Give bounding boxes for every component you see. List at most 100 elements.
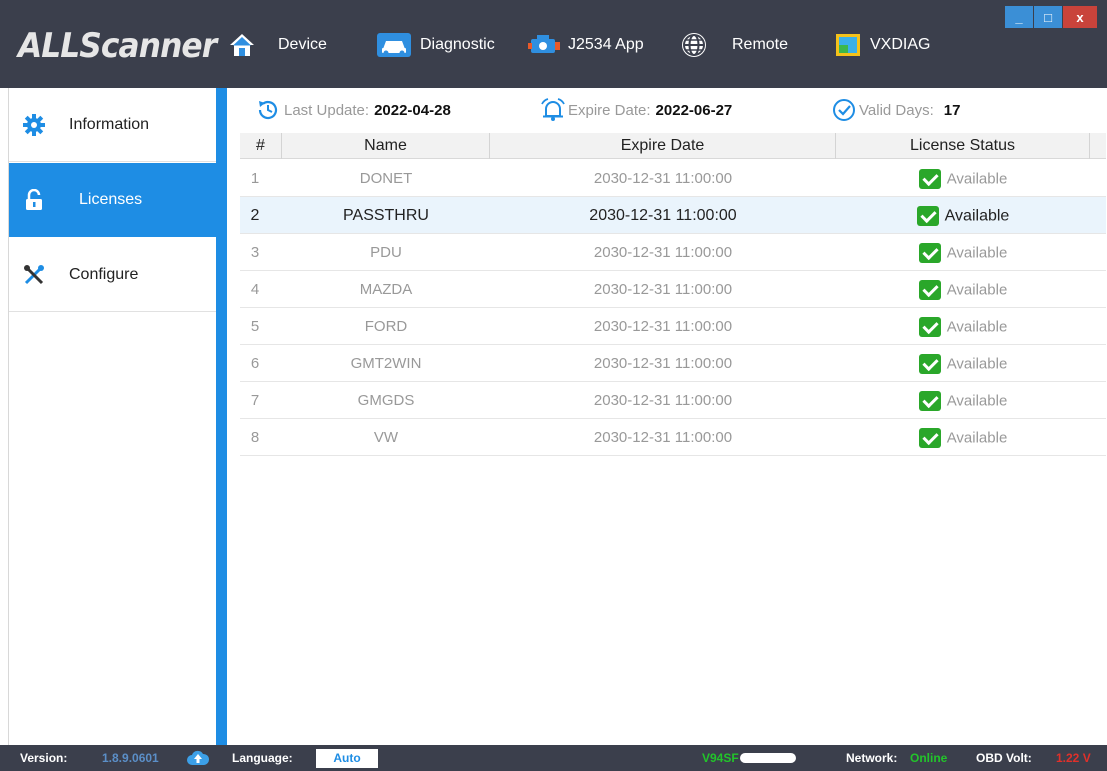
row-status: Available bbox=[836, 419, 1090, 456]
table-row[interactable]: 2 PASSTHRU 2030-12-31 11:00:00 Available bbox=[240, 197, 1106, 234]
car-icon bbox=[376, 31, 412, 59]
obd-volt-value: 1.22 V bbox=[1056, 751, 1091, 765]
column-header-license-status[interactable]: License Status bbox=[836, 133, 1090, 159]
row-expire-date: 2030-12-31 11:00:00 bbox=[593, 281, 733, 298]
app-logo: ALLScanner bbox=[18, 26, 233, 66]
obd-volt-label: OBD Volt: bbox=[976, 751, 1032, 765]
status-text: Available bbox=[946, 244, 1008, 262]
checkbox-checked-icon bbox=[918, 354, 941, 375]
tools-icon bbox=[23, 264, 45, 286]
row-status: Available bbox=[836, 308, 1090, 345]
row-expire-date: 2030-12-31 11:00:00 bbox=[593, 318, 733, 335]
globe-icon bbox=[680, 31, 708, 59]
sidebar-item-configure[interactable]: Configure bbox=[9, 238, 217, 312]
row-number: 5 bbox=[250, 318, 260, 335]
row-number: 8 bbox=[250, 429, 260, 446]
row-name: DONET bbox=[359, 170, 413, 187]
window-controls: _ □ x bbox=[1005, 6, 1097, 28]
version-value: 1.8.9.0601 bbox=[102, 751, 159, 765]
nav-diagnostic-label: Diagnostic bbox=[420, 36, 495, 53]
column-header-name[interactable]: Name bbox=[282, 133, 490, 159]
row-name: PDU bbox=[370, 244, 402, 261]
row-name: VW bbox=[373, 429, 399, 446]
sidebar-item-information[interactable]: Information bbox=[9, 88, 217, 162]
expire-date-info: Expire Date: 2022-06-27 bbox=[540, 96, 732, 124]
sidebar-item-label: Information bbox=[69, 115, 150, 133]
row-number: 6 bbox=[250, 355, 260, 372]
cloud-upload-icon[interactable] bbox=[186, 749, 210, 767]
status-text: Available bbox=[946, 318, 1008, 336]
title-bar: ALLScanner Device Diagnostic J2534 App R… bbox=[0, 0, 1107, 88]
nav-remote[interactable]: Remote bbox=[680, 28, 788, 62]
row-number: 3 bbox=[250, 244, 260, 261]
nav-vxdiag[interactable]: VXDIAG bbox=[834, 28, 930, 62]
status-text: Available bbox=[946, 392, 1008, 410]
language-select[interactable]: Auto bbox=[316, 749, 378, 768]
row-status: Available bbox=[836, 197, 1090, 234]
bell-icon bbox=[540, 98, 566, 122]
checkbox-checked-icon bbox=[918, 428, 941, 449]
close-button[interactable]: x bbox=[1063, 6, 1097, 28]
row-number: 7 bbox=[250, 392, 260, 409]
status-text: Available bbox=[946, 355, 1008, 373]
table-row[interactable]: 1 DONET 2030-12-31 11:00:00 Available bbox=[240, 160, 1106, 197]
history-icon bbox=[256, 98, 280, 122]
serial-redaction bbox=[740, 753, 796, 763]
status-text: Available bbox=[946, 281, 1008, 299]
checkbox-checked-icon bbox=[918, 317, 941, 338]
expire-date-value: 2022-06-27 bbox=[655, 101, 733, 119]
nav-diagnostic[interactable]: Diagnostic bbox=[376, 28, 495, 62]
nav-device[interactable]: Device bbox=[278, 28, 327, 62]
row-status: Available bbox=[836, 382, 1090, 419]
row-name: GMGDS bbox=[357, 392, 415, 409]
expire-date-label: Expire Date: bbox=[568, 101, 651, 119]
check-circle-icon bbox=[832, 98, 856, 122]
row-status: Available bbox=[836, 234, 1090, 271]
status-text: Available bbox=[944, 207, 1010, 225]
row-expire-date: 2030-12-31 11:00:00 bbox=[593, 355, 733, 372]
row-status: Available bbox=[836, 160, 1090, 197]
row-number: 2 bbox=[250, 207, 260, 224]
table-header: # Name Expire Date License Status bbox=[240, 133, 1106, 159]
row-expire-date: 2030-12-31 11:00:00 bbox=[589, 207, 737, 224]
row-expire-date: 2030-12-31 11:00:00 bbox=[593, 244, 733, 261]
row-number: 4 bbox=[250, 281, 260, 298]
minimize-button[interactable]: _ bbox=[1005, 6, 1033, 28]
row-expire-date: 2030-12-31 11:00:00 bbox=[593, 170, 733, 187]
row-name: PASSTHRU bbox=[343, 207, 429, 224]
row-expire-date: 2030-12-31 11:00:00 bbox=[593, 429, 733, 446]
sidebar: Information Licenses Configure bbox=[8, 88, 217, 745]
last-update-value: 2022-04-28 bbox=[374, 101, 451, 119]
language-label: Language: bbox=[232, 751, 293, 765]
maximize-button[interactable]: □ bbox=[1034, 6, 1062, 28]
network-status: Online bbox=[910, 751, 948, 765]
table-row[interactable]: 5 FORD 2030-12-31 11:00:00 Available bbox=[240, 308, 1106, 345]
version-label: Version: bbox=[20, 751, 68, 765]
network-label: Network: bbox=[846, 751, 898, 765]
table-row[interactable]: 6 GMT2WIN 2030-12-31 11:00:00 Available bbox=[240, 345, 1106, 382]
sidebar-accent-bar bbox=[216, 88, 227, 745]
nav-j2534-label: J2534 App bbox=[568, 36, 644, 53]
column-header-number[interactable]: # bbox=[240, 133, 282, 159]
table-row[interactable]: 3 PDU 2030-12-31 11:00:00 Available bbox=[240, 234, 1106, 271]
last-update-label: Last Update: bbox=[284, 101, 370, 119]
home-button[interactable] bbox=[228, 28, 264, 62]
status-bar: Version: 1.8.9.0601 Language: Auto V94SF… bbox=[0, 745, 1107, 771]
lock-icon bbox=[23, 188, 45, 211]
table-row[interactable]: 7 GMGDS 2030-12-31 11:00:00 Available bbox=[240, 382, 1106, 419]
nav-j2534-app[interactable]: J2534 App bbox=[528, 28, 644, 62]
last-update-info: Last Update: 2022-04-28 bbox=[256, 96, 451, 124]
status-text: Available bbox=[946, 170, 1008, 188]
nav-remote-label: Remote bbox=[732, 36, 789, 53]
row-status: Available bbox=[836, 271, 1090, 308]
column-header-expire-date[interactable]: Expire Date bbox=[490, 133, 836, 159]
sidebar-item-label: Licenses bbox=[79, 191, 143, 208]
sidebar-item-licenses[interactable]: Licenses bbox=[9, 163, 217, 237]
table-row[interactable]: 8 VW 2030-12-31 11:00:00 Available bbox=[240, 419, 1106, 456]
table-row[interactable]: 4 MAZDA 2030-12-31 11:00:00 Available bbox=[240, 271, 1106, 308]
valid-days-value: 17 bbox=[943, 101, 961, 119]
valid-days-info: Valid Days: 17 bbox=[832, 96, 960, 124]
checkbox-checked-icon bbox=[918, 169, 941, 190]
checkbox-checked-icon bbox=[918, 243, 941, 264]
engine-icon bbox=[528, 31, 560, 59]
